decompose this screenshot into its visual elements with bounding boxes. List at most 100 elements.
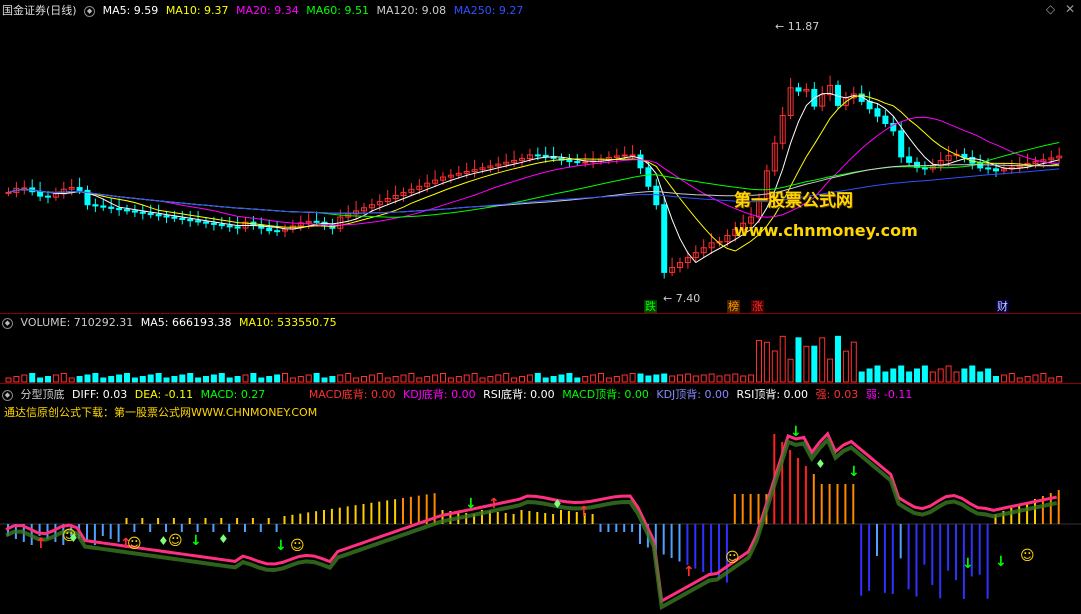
watermark-url: www.chnmoney.com [734, 221, 918, 240]
candle-body [92, 204, 99, 207]
candle-body [882, 115, 889, 125]
volume-bar [526, 374, 533, 383]
volume-bar [92, 373, 99, 383]
volume-bar [1016, 377, 1023, 383]
smiley-icon: ☺ [725, 550, 740, 566]
volume-bar [495, 374, 502, 383]
volume-bar [740, 375, 747, 383]
volume-bar [376, 373, 383, 383]
settings-circle-icon[interactable]: ◆ [2, 318, 13, 329]
candle-body [898, 130, 905, 158]
candle-body [187, 218, 194, 222]
candle-body [534, 154, 541, 157]
volume-bar [937, 368, 944, 383]
volume-bar [210, 374, 217, 383]
volume-bar [440, 373, 446, 383]
up-arrow-icon: ↑ [488, 496, 500, 512]
dea-line [5, 436, 1058, 611]
panel-divider [0, 313, 1081, 314]
volume-bar [321, 377, 328, 383]
candle-body [629, 154, 636, 157]
volume-bar [771, 350, 778, 383]
volume-bar [124, 373, 130, 383]
volume-bar [1048, 377, 1055, 383]
volume-bar [487, 376, 494, 383]
volume-bar [400, 374, 407, 383]
volume-bar [29, 373, 36, 383]
event-tag-drop[interactable]: 跌 [644, 300, 657, 313]
event-tag-ranking[interactable]: 榜 [727, 300, 740, 313]
volume-bar [511, 377, 518, 383]
volume-bar [384, 377, 391, 383]
volume-bar [803, 345, 810, 383]
volume-bar [874, 365, 881, 383]
volume-bar [392, 376, 399, 383]
volume-bar [471, 373, 478, 383]
volume-bar [574, 377, 581, 383]
volume-bar [819, 337, 826, 383]
volume-bar [226, 377, 233, 383]
smiley-icon: ☺ [168, 533, 183, 549]
volume-bar [250, 373, 257, 383]
volume-bar [139, 376, 146, 383]
volume-bar [882, 371, 889, 383]
volume-bar [463, 374, 470, 383]
volume-bar [795, 337, 802, 383]
candle-body [566, 159, 573, 163]
indicator-value: RSI底背: 0.00 [483, 388, 555, 401]
candle-body [139, 211, 146, 214]
down-arrow-icon: ↓ [962, 556, 974, 572]
volume-bar [274, 374, 281, 383]
volume-bar [858, 371, 865, 383]
candle-body [5, 191, 12, 194]
settings-circle-icon[interactable]: ◆ [2, 390, 13, 401]
volume-bar [163, 377, 170, 383]
volume-bar [787, 358, 794, 383]
volume-bar [84, 374, 91, 383]
volume-bar [408, 373, 415, 383]
volume-bar [850, 341, 857, 383]
candle-body [155, 214, 162, 217]
down-arrow-icon: ↓ [275, 538, 287, 554]
volume-bar [921, 365, 928, 383]
candle-body [147, 212, 154, 216]
watermark-title: 第一股票公式网 [734, 191, 853, 211]
up-arrow-icon: ↑ [683, 564, 695, 580]
volume-bar [692, 375, 699, 383]
candle-body [542, 154, 549, 158]
volume-bar [519, 376, 525, 383]
volume-bar [637, 373, 644, 383]
volume-bar [811, 345, 818, 383]
indicator-value: 弱: -0.11 [865, 388, 913, 401]
candle-body [179, 217, 186, 220]
volume-bar [282, 373, 288, 383]
volume-bar [732, 373, 739, 383]
volume-bar [297, 376, 304, 383]
volume-bar [993, 376, 999, 383]
volume-bar [100, 377, 107, 383]
volume-bar [945, 365, 952, 383]
kline-chart[interactable]: ↑ ↑ ↓ ↓↓ ↑ ↑↑↓↓↓ ↓☺ ☺ ☺ ☺☺ ☺♦ ♦ ♦♦♦ [0, 0, 1081, 614]
candle-body [234, 226, 241, 229]
candle-body [210, 222, 217, 225]
volume-bar [345, 373, 352, 383]
volume-bar [1040, 373, 1047, 383]
volume-bar [45, 376, 51, 383]
candle-body [313, 220, 320, 223]
volume-bar [890, 368, 897, 383]
volume-bar [550, 376, 557, 383]
volume-bar [60, 373, 67, 383]
volume-bar [218, 373, 225, 383]
volume-bar [76, 376, 83, 383]
event-tag-finance[interactable]: 财 [996, 300, 1009, 313]
candle-body [163, 215, 170, 218]
event-tag-rise[interactable]: 涨 [751, 300, 764, 313]
volume-bar [1000, 374, 1007, 383]
volume-bar [432, 374, 439, 383]
volume-bar [37, 377, 44, 383]
volume-bar [906, 371, 913, 383]
volume-bar [147, 374, 154, 383]
candle-body [906, 156, 913, 163]
volume-bar [558, 374, 565, 383]
volume-bar [700, 374, 707, 383]
